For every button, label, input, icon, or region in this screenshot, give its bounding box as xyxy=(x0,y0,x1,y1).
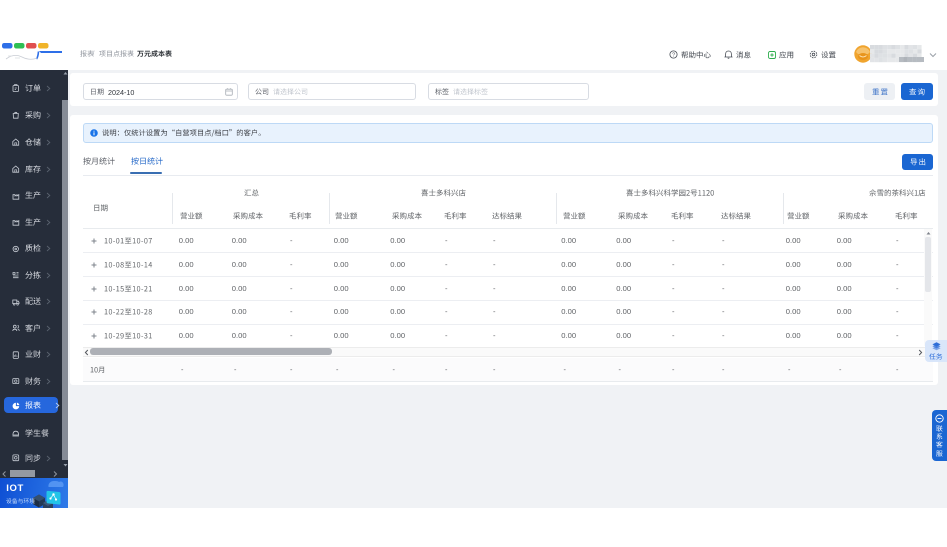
svg-text:?: ? xyxy=(672,53,675,59)
